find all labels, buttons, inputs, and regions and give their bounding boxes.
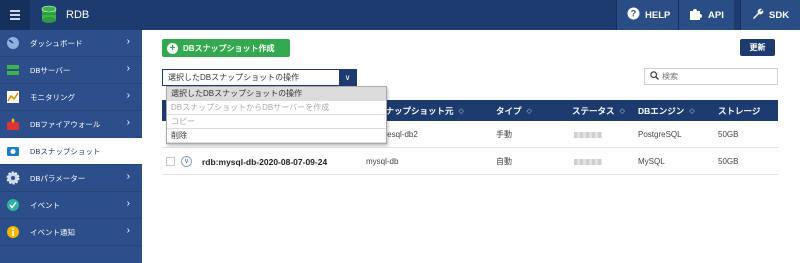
help-button[interactable]: ? HELP — [616, 0, 681, 30]
menu-item-delete[interactable]: 削除 — [167, 129, 386, 143]
server-icon — [6, 63, 20, 77]
table-row[interactable]: v rdb:mysql-db-2020-08-07-09-24 mysql-db… — [162, 148, 778, 175]
cell-source: mysql-db — [366, 157, 399, 166]
cell-engine: MySQL — [638, 157, 665, 166]
sidebar-item-label: モニタリング — [30, 92, 75, 102]
row-expand-button[interactable]: v — [181, 148, 192, 175]
cell-type: 手動 — [496, 130, 512, 139]
sidebar-item-dashboard[interactable]: ダッシュボード › — [0, 30, 142, 57]
cell-status-redacted — [574, 148, 602, 175]
refresh-button[interactable]: 更新 — [740, 39, 775, 56]
sort-icon: ◇ — [526, 107, 532, 115]
wrench-icon — [751, 7, 764, 23]
cell-snapshot-name[interactable]: rdb:mysql-db-2020-08-07-09-24 — [202, 148, 327, 175]
search-icon — [650, 71, 659, 82]
chevron-right-icon: › — [126, 90, 130, 101]
cell-storage: 50GB — [718, 130, 739, 139]
api-label: API — [708, 9, 724, 21]
sort-icon: ◇ — [619, 107, 625, 115]
column-header-source[interactable]: スナップショット元 ◇ — [377, 100, 464, 121]
help-icon: ? — [627, 7, 640, 23]
sidebar-item-monitoring[interactable]: モニタリング › — [0, 84, 142, 111]
sidebar-item-label: ダッシュボード — [30, 38, 83, 48]
sort-icon: ◇ — [689, 107, 695, 115]
cell-status-redacted — [574, 121, 602, 148]
sidebar-item-label: イベント — [30, 200, 60, 210]
sidebar-item-event[interactable]: イベント › — [0, 192, 142, 219]
sidebar-item-label: DBサーバー — [30, 65, 71, 75]
chevron-down-icon: v — [181, 156, 192, 167]
database-icon — [40, 5, 58, 25]
chevron-right-icon: › — [126, 198, 130, 209]
sidebar-item-db-snapshot[interactable]: DBスナップショット — [0, 138, 142, 165]
select-value: 選択したDBスナップショットの操作 — [168, 73, 300, 82]
chevron-right-icon: › — [126, 225, 130, 236]
search-input[interactable] — [662, 72, 762, 81]
sdk-label: SDK — [769, 9, 790, 21]
action-dropdown-menu: 選択したDBスナップショットの操作 DBスナップショットからDBサーバーを作成 … — [166, 86, 387, 144]
help-label: HELP — [645, 9, 671, 21]
create-snapshot-label: DBスナップショット作成 — [183, 43, 275, 53]
gear-icon — [6, 171, 20, 185]
sdk-button[interactable]: SDK — [740, 0, 800, 30]
check-icon — [6, 198, 20, 212]
top-bar: RDB ? HELP API SDK — [0, 0, 800, 30]
sidebar: ダッシュボード › DBサーバー › モニタリング › DBファイアウォール ›… — [0, 30, 142, 263]
search-box — [644, 68, 778, 85]
chevron-right-icon: › — [126, 36, 130, 47]
plus-icon: + — [167, 42, 178, 54]
snapshot-action-select[interactable]: 選択したDBスナップショットの操作 ∨ — [162, 69, 357, 86]
menu-item-copy: コピー — [167, 115, 386, 129]
row-checkbox[interactable] — [166, 148, 175, 175]
sidebar-item-event-notification[interactable]: イベント通知 › — [0, 219, 142, 246]
brand: RDB — [40, 5, 89, 25]
column-header-status[interactable]: ステータス ◇ — [572, 100, 625, 121]
sidebar-item-label: DBパラメーター — [30, 173, 86, 183]
cell-type: 自動 — [496, 157, 512, 166]
svg-text:?: ? — [631, 9, 637, 19]
column-header-storage[interactable]: ストレージ — [718, 100, 760, 121]
sidebar-item-db-server[interactable]: DBサーバー › — [0, 57, 142, 84]
sidebar-item-db-parameter[interactable]: DBパラメーター › — [0, 165, 142, 192]
menu-item-create-server-from-snapshot: DBスナップショットからDBサーバーを作成 — [167, 101, 386, 115]
create-snapshot-button[interactable]: + DBスナップショット作成 — [162, 39, 290, 57]
cell-engine: PostgreSQL — [638, 130, 682, 139]
column-header-type[interactable]: タイプ ◇ — [496, 100, 532, 121]
app-title: RDB — [66, 9, 90, 21]
column-header-engine[interactable]: DBエンジン ◇ — [638, 100, 695, 121]
main-content: + DBスナップショット作成 更新 スナップショット元◇ タイプ◇ ステータス◇… — [142, 30, 800, 263]
sort-icon: ◇ — [458, 107, 464, 115]
chevron-right-icon: › — [126, 171, 130, 182]
dashboard-icon — [6, 36, 20, 50]
menu-item-select-action[interactable]: 選択したDBスナップショットの操作 — [167, 87, 386, 101]
menu-toggle-button[interactable] — [0, 0, 30, 30]
chevron-right-icon: › — [126, 63, 130, 74]
sidebar-item-label: DBスナップショット — [30, 146, 101, 156]
sidebar-item-label: イベント通知 — [30, 227, 75, 237]
monitoring-icon — [6, 90, 20, 104]
chevron-right-icon: › — [126, 117, 130, 128]
api-button[interactable]: API — [678, 0, 734, 30]
info-icon — [6, 225, 20, 239]
puzzle-icon — [689, 7, 703, 23]
camera-icon — [6, 144, 20, 158]
chevron-down-icon[interactable]: ∨ — [339, 70, 356, 85]
sidebar-item-db-firewall[interactable]: DBファイアウォール › — [0, 111, 142, 138]
sidebar-item-label: DBファイアウォール — [30, 119, 101, 129]
cell-storage: 50GB — [718, 157, 739, 166]
firewall-icon — [6, 117, 20, 131]
